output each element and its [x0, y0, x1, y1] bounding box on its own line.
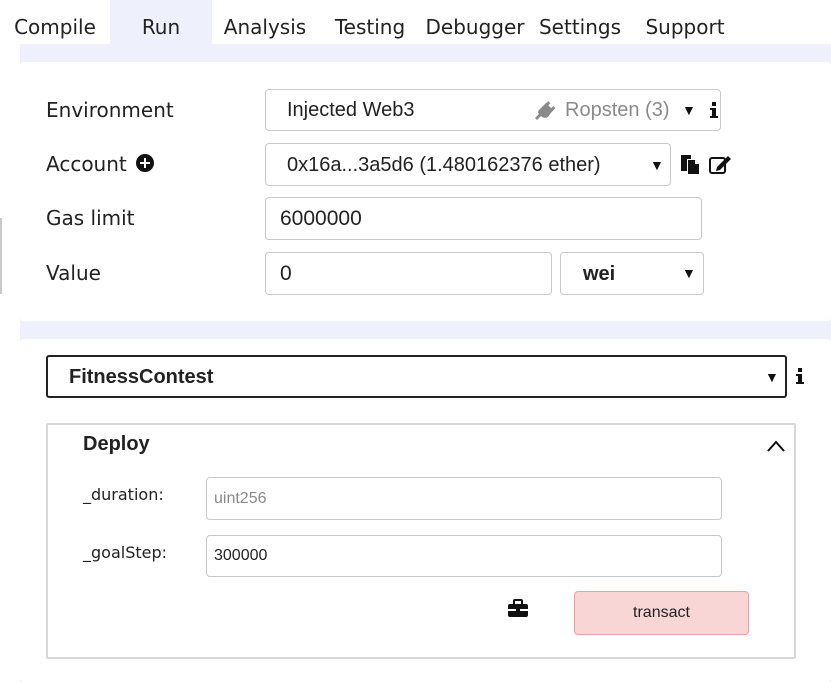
copy-icon[interactable]: [679, 153, 701, 180]
edit-icon[interactable]: [708, 153, 732, 180]
chevron-down-icon: ▼: [765, 369, 779, 385]
tab-run[interactable]: Run: [110, 0, 212, 44]
settings-panel: Environment Injected Web3 Ropsten (3) ▼: [20, 62, 831, 321]
resize-handle[interactable]: [0, 218, 2, 294]
account-label: Account: [46, 152, 127, 176]
network-name: Ropsten (3): [565, 99, 670, 121]
tab-debugger[interactable]: Debugger: [422, 0, 528, 44]
account-select[interactable]: 0x16a...3a5d6 (1.480162376 ether) ▼: [265, 143, 671, 186]
value-input[interactable]: 0: [265, 252, 552, 295]
tab-testing[interactable]: Testing: [318, 0, 422, 44]
contract-panel: FitnessContest ▼ Deploy _duration: _goal…: [20, 339, 831, 682]
value-label: Value: [46, 261, 101, 285]
run-tab-root: Compile Run Analysis Testing Debugger Se…: [0, 0, 831, 682]
param-goalstep-label: _goalStep:: [83, 543, 168, 562]
tab-analysis[interactable]: Analysis: [212, 0, 318, 44]
tab-compile[interactable]: Compile: [0, 0, 110, 44]
param-duration-input[interactable]: [206, 477, 722, 520]
chevron-down-icon: ▼: [682, 265, 696, 281]
param-duration-label: _duration:: [83, 485, 164, 504]
account-value: 0x16a...3a5d6 (1.480162376 ether): [287, 154, 601, 176]
contract-info-icon[interactable]: [794, 366, 806, 391]
value-amount: 0: [280, 262, 292, 285]
tab-settings[interactable]: Settings: [528, 0, 632, 44]
transact-button[interactable]: transact: [574, 591, 749, 635]
chevron-up-icon[interactable]: [766, 439, 786, 458]
param-goalstep-input[interactable]: [206, 535, 722, 577]
deploy-section: Deploy _duration: _goalStep: transact: [46, 423, 796, 659]
contract-select[interactable]: FitnessContest ▼: [46, 355, 787, 398]
environment-info-icon[interactable]: [708, 100, 720, 125]
environment-select[interactable]: Injected Web3 Ropsten (3) ▼: [265, 89, 721, 131]
contract-name: FitnessContest: [69, 366, 214, 388]
plug-icon: [534, 99, 556, 128]
gas-limit-value: 6000000: [280, 207, 362, 230]
tab-support[interactable]: Support: [632, 0, 738, 44]
unit-value: wei: [583, 263, 616, 285]
unit-select[interactable]: wei ▼: [560, 252, 704, 295]
tab-bar: Compile Run Analysis Testing Debugger Se…: [0, 0, 831, 44]
chevron-down-icon: ▼: [650, 157, 664, 173]
deploy-title: Deploy: [83, 433, 150, 455]
chevron-down-icon: ▼: [682, 102, 696, 118]
environment-label: Environment: [46, 98, 174, 122]
plus-circle-icon[interactable]: [135, 153, 155, 178]
content-left-gutter: [0, 44, 20, 682]
environment-value: Injected Web3: [287, 99, 415, 121]
gas-limit-label: Gas limit: [46, 206, 135, 230]
briefcase-icon[interactable]: [507, 599, 529, 624]
gas-limit-input[interactable]: 6000000: [265, 197, 702, 240]
